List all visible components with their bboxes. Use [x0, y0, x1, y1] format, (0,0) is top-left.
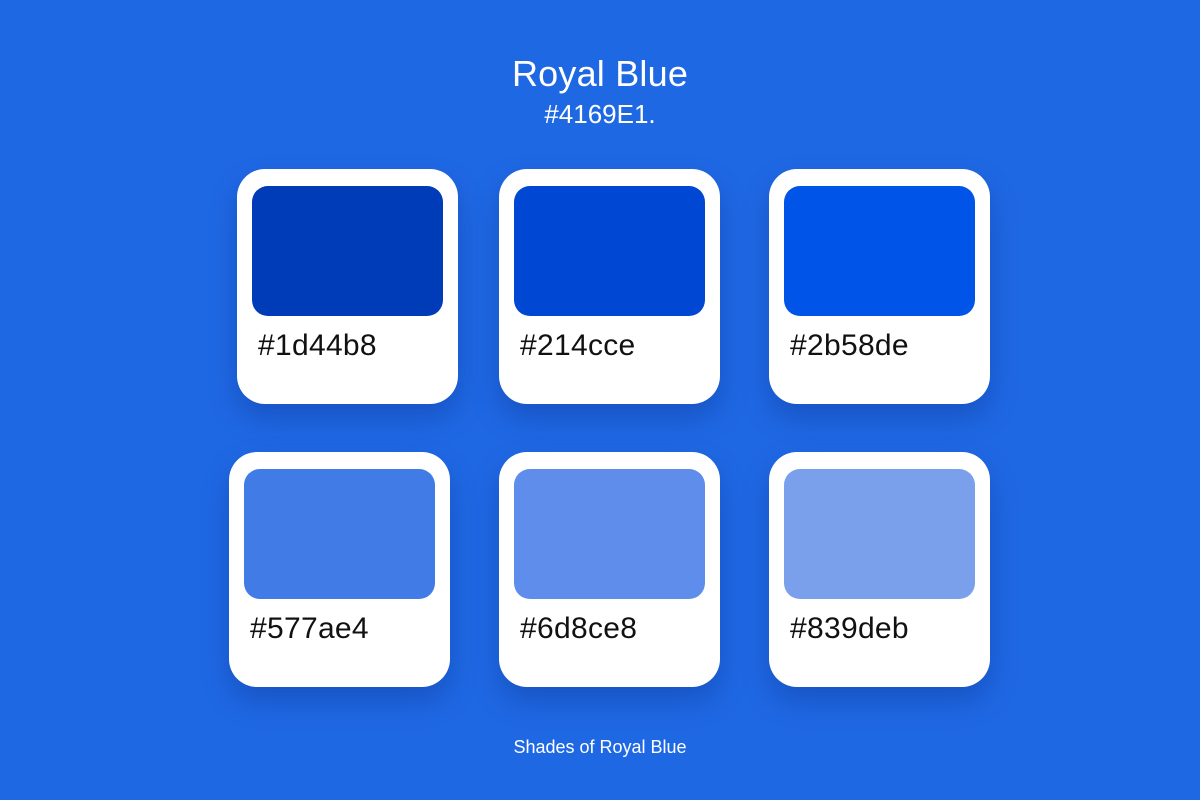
- color-card[interactable]: #839deb: [769, 452, 990, 687]
- color-hex-label: #577ae4: [250, 612, 369, 645]
- color-card[interactable]: #2b58de: [769, 169, 990, 404]
- color-hex-label: #2b58de: [790, 329, 909, 362]
- color-swatch: [514, 186, 705, 316]
- color-hex-label: #214cce: [520, 329, 636, 362]
- color-hex-label: #1d44b8: [258, 329, 377, 362]
- color-card[interactable]: #214cce: [499, 169, 720, 404]
- color-hex-label: #6d8ce8: [520, 612, 638, 645]
- color-swatch: [244, 469, 435, 599]
- color-swatch: [252, 186, 443, 316]
- color-swatch: [514, 469, 705, 599]
- color-card[interactable]: #6d8ce8: [499, 452, 720, 687]
- page-title: Royal Blue: [511, 53, 689, 94]
- color-card[interactable]: #1d44b8: [237, 169, 458, 404]
- color-card[interactable]: #577ae4: [229, 452, 450, 687]
- page-subtitle-hex: #4169E1.: [544, 99, 656, 129]
- color-hex-label: #839deb: [790, 612, 909, 645]
- footer-caption: Shades of Royal Blue: [513, 737, 687, 757]
- color-swatch: [784, 469, 975, 599]
- color-swatch: [784, 186, 975, 316]
